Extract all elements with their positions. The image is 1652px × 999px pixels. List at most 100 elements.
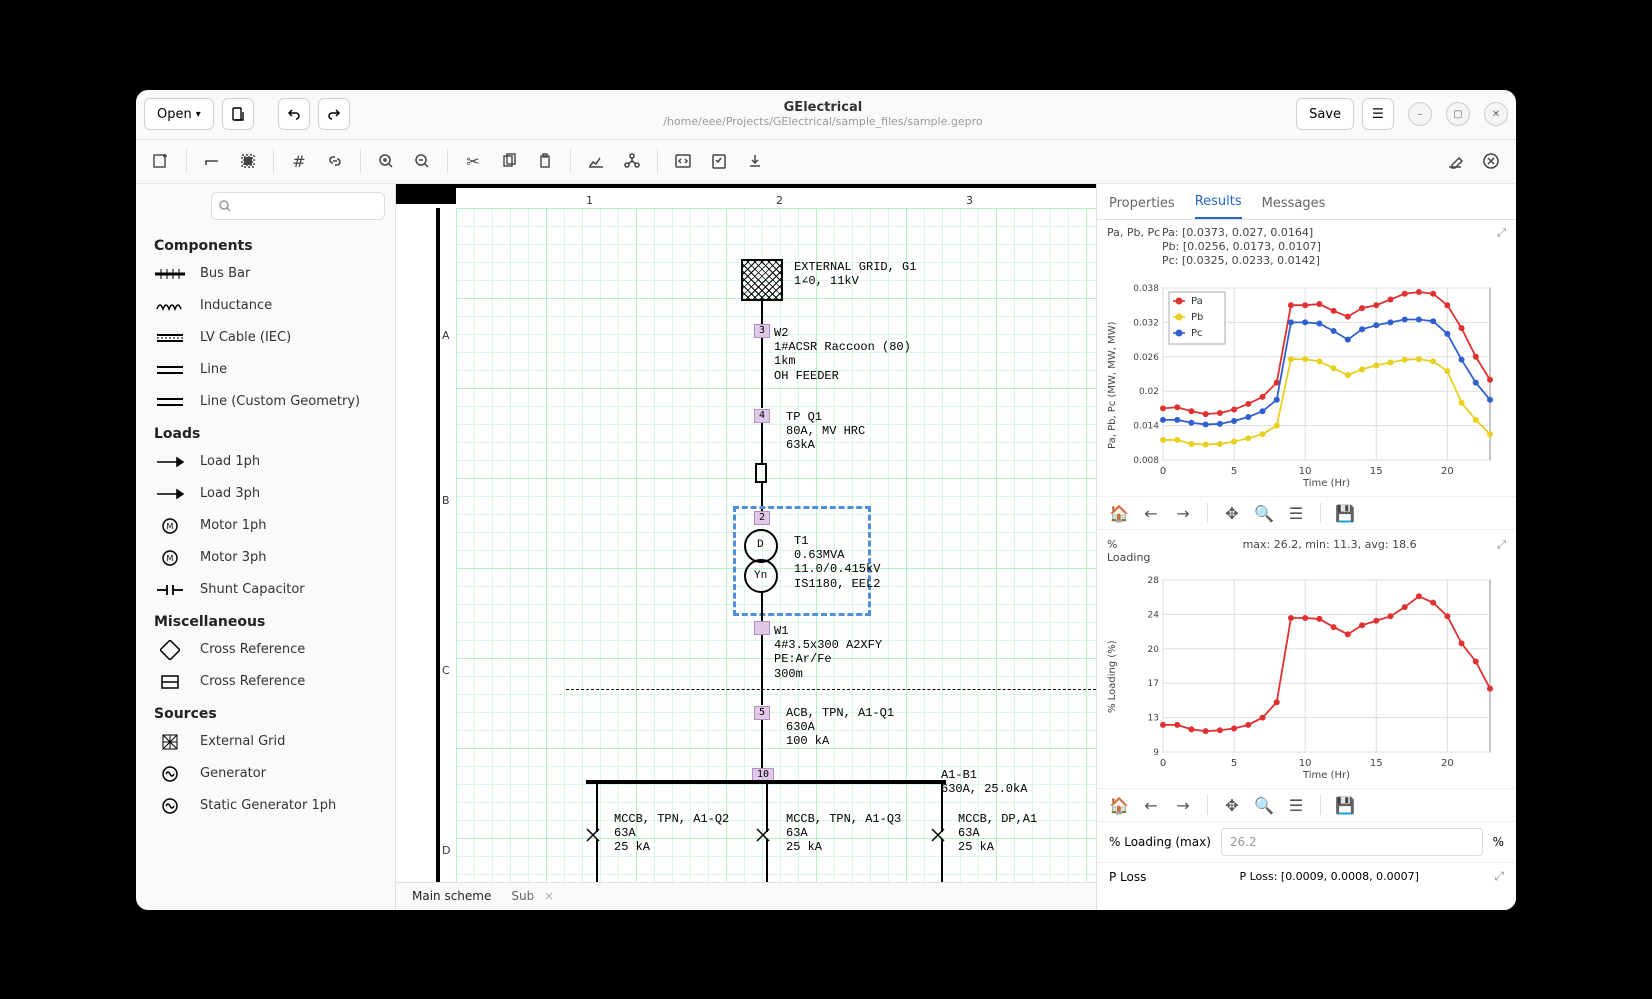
comp-crossref-1[interactable]: Cross Reference: [136, 634, 395, 666]
mccb3-label: MCCB, DP,A1 63A 25 kA: [958, 812, 1037, 855]
svg-text:15: 15: [1370, 466, 1383, 477]
ext-grid-label: EXTERNAL GRID, G1 1∠0, 11kV: [794, 260, 916, 289]
code-icon[interactable]: [668, 146, 698, 176]
node-4[interactable]: 4: [754, 409, 770, 423]
erase-icon[interactable]: [1440, 146, 1470, 176]
comp-static-gen[interactable]: Static Generator 1ph: [136, 790, 395, 822]
cut-icon[interactable]: ✂: [458, 146, 488, 176]
shunt-cap-icon: [154, 581, 186, 599]
analyze-icon[interactable]: [581, 146, 611, 176]
chart1-toolbar: 🏠 ← → ✥ 🔍 ☰ 💾: [1097, 496, 1516, 530]
node-2[interactable]: 2: [754, 511, 770, 525]
schematic-canvas[interactable]: 1 2 3 A B C D EXTERNAL GRID, G1 1∠0, 11k…: [396, 184, 1096, 910]
tab-messages[interactable]: Messages: [1262, 196, 1326, 219]
save-button[interactable]: Save: [1296, 98, 1354, 130]
node-5[interactable]: 5: [754, 706, 770, 720]
svg-text:Time (Hr): Time (Hr): [1302, 770, 1350, 781]
back-icon[interactable]: ←: [1137, 791, 1165, 819]
save-chart-icon[interactable]: 💾: [1331, 791, 1359, 819]
loading-max-label: % Loading (max): [1109, 835, 1211, 849]
comp-line[interactable]: Line: [136, 354, 395, 386]
comp-lv-cable[interactable]: LV Cable (IEC): [136, 322, 395, 354]
ext-grid-icon: [154, 733, 186, 751]
save-chart-icon[interactable]: 💾: [1331, 499, 1359, 527]
node-3[interactable]: 3: [754, 324, 770, 338]
home-icon[interactable]: 🏠: [1105, 791, 1133, 819]
zoom-icon[interactable]: 🔍: [1250, 791, 1278, 819]
app-title: GElectrical: [358, 100, 1288, 115]
close-button[interactable]: ✕: [1484, 102, 1508, 126]
home-icon[interactable]: 🏠: [1105, 499, 1133, 527]
comp-load-1ph[interactable]: Load 1ph: [136, 446, 395, 478]
comp-crossref-2[interactable]: Cross Reference: [136, 666, 395, 698]
svg-text:20: 20: [1441, 758, 1454, 769]
expand-chart2-icon[interactable]: ⤢: [1497, 538, 1506, 564]
config-icon[interactable]: ☰: [1282, 791, 1310, 819]
comp-ext-grid[interactable]: External Grid: [136, 726, 395, 758]
paste-icon[interactable]: [530, 146, 560, 176]
app-path: /home/eee/Projects/GElectrical/sample_fi…: [358, 115, 1288, 128]
comp-line-custom[interactable]: Line (Custom Geometry): [136, 386, 395, 418]
select-icon[interactable]: [233, 146, 263, 176]
search-input[interactable]: [211, 192, 385, 220]
w1-node[interactable]: [754, 621, 770, 635]
w1-label: W1 4#3.5x300 A2XFY PE:Ar/Fe 300m: [774, 624, 882, 682]
fuse-symbol[interactable]: [755, 463, 767, 483]
line-custom-icon: [154, 393, 186, 411]
config-icon[interactable]: ☰: [1282, 499, 1310, 527]
svg-text:0: 0: [1160, 758, 1166, 769]
maximize-button[interactable]: ▢: [1446, 102, 1470, 126]
pan-icon[interactable]: ✥: [1218, 499, 1246, 527]
svg-text:24: 24: [1148, 611, 1160, 621]
loading-max-input[interactable]: [1221, 828, 1483, 856]
comp-motor-1ph[interactable]: MMotor 1ph: [136, 510, 395, 542]
comp-load-3ph[interactable]: Load 3ph: [136, 478, 395, 510]
ext-grid-symbol[interactable]: [741, 259, 783, 301]
svg-text:15: 15: [1370, 758, 1383, 769]
forward-icon[interactable]: →: [1169, 791, 1197, 819]
wire-icon[interactable]: [197, 146, 227, 176]
search-icon: [218, 198, 232, 217]
hash-icon[interactable]: #: [284, 146, 314, 176]
tab-properties[interactable]: Properties: [1109, 196, 1175, 219]
tab-results[interactable]: Results: [1195, 194, 1242, 219]
section-components: Components: [136, 230, 395, 258]
zoom-icon[interactable]: 🔍: [1250, 499, 1278, 527]
comp-motor-3ph[interactable]: MMotor 3ph: [136, 542, 395, 574]
download-icon[interactable]: [740, 146, 770, 176]
comp-shunt-cap[interactable]: Shunt Capacitor: [136, 574, 395, 606]
checklist-icon[interactable]: [704, 146, 734, 176]
new-doc-button[interactable]: [222, 98, 254, 130]
zoom-out-icon[interactable]: [407, 146, 437, 176]
link-icon[interactable]: [320, 146, 350, 176]
inductance-icon: [154, 297, 186, 315]
expand-ploss-icon[interactable]: ⤢: [1494, 869, 1504, 884]
expand-chart1-icon[interactable]: ⤢: [1497, 226, 1506, 269]
chart1-side-label: Pa, Pb, Pc: [1107, 226, 1162, 269]
comp-bus-bar[interactable]: Bus Bar: [136, 258, 395, 290]
chart2-side-label: % Loading: [1107, 538, 1162, 564]
forward-icon[interactable]: →: [1169, 499, 1197, 527]
ploss-text: P Loss: [0.0009, 0.0008, 0.0007]: [1174, 870, 1484, 883]
zoom-in-icon[interactable]: [371, 146, 401, 176]
tab-main-scheme[interactable]: Main scheme: [412, 889, 491, 903]
crossref2-icon: [154, 673, 186, 691]
network-icon[interactable]: [617, 146, 647, 176]
redo-button[interactable]: [318, 98, 350, 130]
menu-button[interactable]: ☰: [1362, 98, 1394, 130]
add-sheet-icon[interactable]: [146, 146, 176, 176]
chart2[interactable]: 0510152091317202428Time (Hr): [1118, 572, 1498, 782]
open-button[interactable]: Open ▾: [144, 98, 214, 130]
svg-text:M: M: [167, 522, 174, 531]
minimize-button[interactable]: –: [1408, 102, 1432, 126]
comp-inductance[interactable]: Inductance: [136, 290, 395, 322]
svg-text:M: M: [167, 554, 174, 563]
copy-icon[interactable]: [494, 146, 524, 176]
undo-button[interactable]: [278, 98, 310, 130]
pan-icon[interactable]: ✥: [1218, 791, 1246, 819]
back-icon[interactable]: ←: [1137, 499, 1165, 527]
comp-generator[interactable]: Generator: [136, 758, 395, 790]
tab-sub[interactable]: Sub ×: [511, 889, 554, 903]
clear-icon[interactable]: [1476, 146, 1506, 176]
chart1[interactable]: 051015200.0080.0140.020.0260.0320.038Tim…: [1118, 280, 1498, 490]
